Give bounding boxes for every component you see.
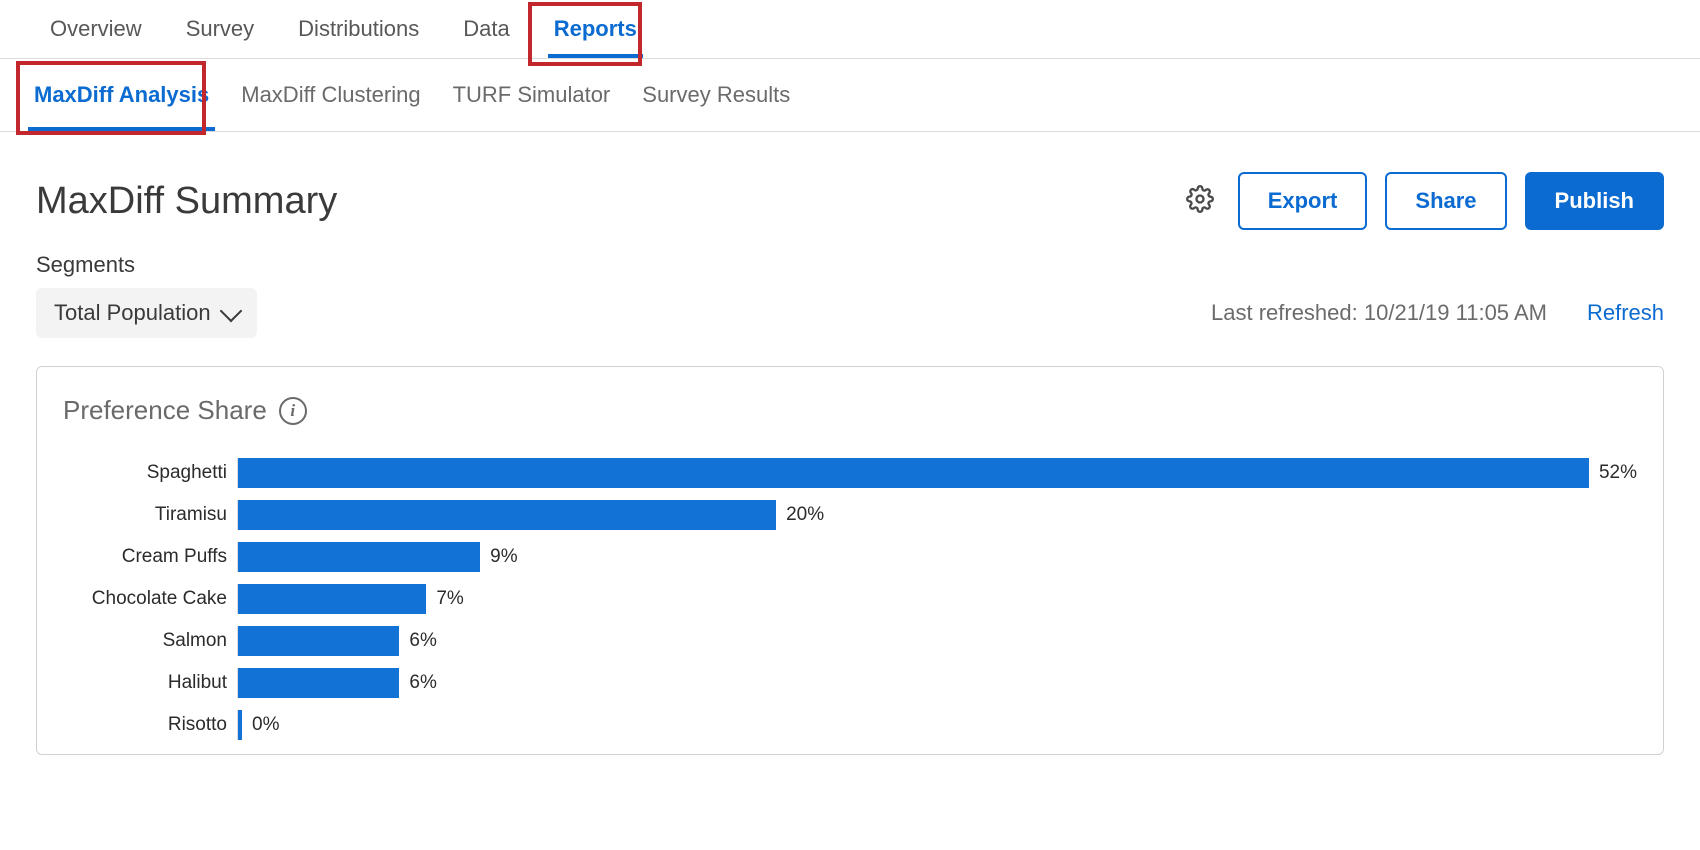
last-refreshed-text: Last refreshed: 10/21/19 11:05 AM: [1211, 300, 1547, 326]
tab-label: Reports: [554, 16, 637, 42]
sub-tabs: MaxDiff Analysis MaxDiff Clustering TURF…: [0, 59, 1700, 132]
bar-category-label: Chocolate Cake: [63, 588, 237, 610]
tab-distributions[interactable]: Distributions: [276, 0, 441, 58]
bar: [238, 626, 399, 656]
subtab-turf-simulator[interactable]: TURF Simulator: [437, 59, 627, 131]
refresh-label: Refresh: [1587, 300, 1664, 325]
bar: [238, 668, 399, 698]
bar-track: 9%: [237, 542, 1637, 572]
bar-category-label: Halibut: [63, 672, 237, 694]
segments-selected-label: Total Population: [54, 300, 211, 326]
last-refreshed-prefix: Last refreshed:: [1211, 300, 1358, 325]
tab-label: Data: [463, 16, 509, 42]
tab-label: Overview: [50, 16, 142, 42]
chart-title: Preference Share: [63, 395, 267, 426]
subtab-maxdiff-clustering[interactable]: MaxDiff Clustering: [225, 59, 436, 131]
bar-category-label: Salmon: [63, 630, 237, 652]
bar-value-label: 6%: [409, 630, 436, 652]
button-label: Share: [1415, 188, 1476, 214]
bar-row: Halibut 6%: [63, 662, 1637, 704]
bar-row: Chocolate Cake 7%: [63, 578, 1637, 620]
bar-value-label: 20%: [786, 504, 824, 526]
tab-reports[interactable]: Reports: [532, 0, 659, 58]
segments-selector[interactable]: Total Population: [36, 288, 257, 338]
page-title: MaxDiff Summary: [36, 180, 337, 223]
subtab-survey-results[interactable]: Survey Results: [626, 59, 806, 131]
publish-button[interactable]: Publish: [1525, 172, 1664, 230]
bar-category-label: Tiramisu: [63, 504, 237, 526]
refresh-link[interactable]: Refresh: [1587, 300, 1664, 326]
bar-value-label: 52%: [1599, 462, 1637, 484]
subtab-label: TURF Simulator: [453, 82, 611, 108]
bar-track: 20%: [237, 500, 1637, 530]
gear-icon: [1186, 185, 1214, 218]
bar: [238, 542, 480, 572]
bar-row: Tiramisu 20%: [63, 494, 1637, 536]
tab-data[interactable]: Data: [441, 0, 531, 58]
bar: [238, 458, 1589, 488]
bar-track: 0%: [237, 710, 1637, 740]
bar-row: Risotto 0%: [63, 704, 1637, 746]
export-button[interactable]: Export: [1238, 172, 1368, 230]
segments-label: Segments: [36, 252, 1664, 278]
button-label: Export: [1268, 188, 1338, 214]
settings-button[interactable]: [1180, 181, 1220, 221]
bar: [238, 710, 242, 740]
share-button[interactable]: Share: [1385, 172, 1506, 230]
page-header: MaxDiff Summary Export Share Publish: [0, 132, 1700, 230]
bar: [238, 584, 426, 614]
preference-share-card: Preference Share Spaghetti 52% Tiramisu 20%…: [36, 366, 1664, 755]
bar-track: 52%: [237, 458, 1637, 488]
bar-category-label: Cream Puffs: [63, 546, 237, 568]
preference-share-chart: Spaghetti 52% Tiramisu 20% Cream Puffs 9% Choc…: [63, 444, 1637, 746]
tab-label: Survey: [186, 16, 254, 42]
bar-track: 6%: [237, 626, 1637, 656]
bar-value-label: 7%: [436, 588, 463, 610]
bar-track: 7%: [237, 584, 1637, 614]
header-actions: Export Share Publish: [1180, 172, 1664, 230]
bar-category-label: Spaghetti: [63, 462, 237, 484]
tab-label: Distributions: [298, 16, 419, 42]
chevron-down-icon: [219, 300, 242, 323]
subtab-label: MaxDiff Analysis: [34, 82, 209, 108]
bar-row: Cream Puffs 9%: [63, 536, 1637, 578]
tab-survey[interactable]: Survey: [164, 0, 276, 58]
bar-row: Spaghetti 52%: [63, 452, 1637, 494]
tab-overview[interactable]: Overview: [28, 0, 164, 58]
subtab-maxdiff-analysis[interactable]: MaxDiff Analysis: [18, 59, 225, 131]
bar-value-label: 0%: [252, 714, 279, 736]
bar-value-label: 9%: [490, 546, 517, 568]
bar-category-label: Risotto: [63, 714, 237, 736]
subtab-label: Survey Results: [642, 82, 790, 108]
bar: [238, 500, 776, 530]
refresh-area: Last refreshed: 10/21/19 11:05 AM Refres…: [1211, 300, 1664, 326]
segments-section: Segments Total Population Last refreshed…: [0, 230, 1700, 338]
bar-track: 6%: [237, 668, 1637, 698]
bar-value-label: 6%: [409, 672, 436, 694]
subtab-label: MaxDiff Clustering: [241, 82, 420, 108]
top-tabs: Overview Survey Distributions Data Repor…: [0, 0, 1700, 59]
info-icon[interactable]: [279, 397, 307, 425]
button-label: Publish: [1555, 188, 1634, 214]
last-refreshed-value: 10/21/19 11:05 AM: [1364, 300, 1547, 325]
bar-row: Salmon 6%: [63, 620, 1637, 662]
